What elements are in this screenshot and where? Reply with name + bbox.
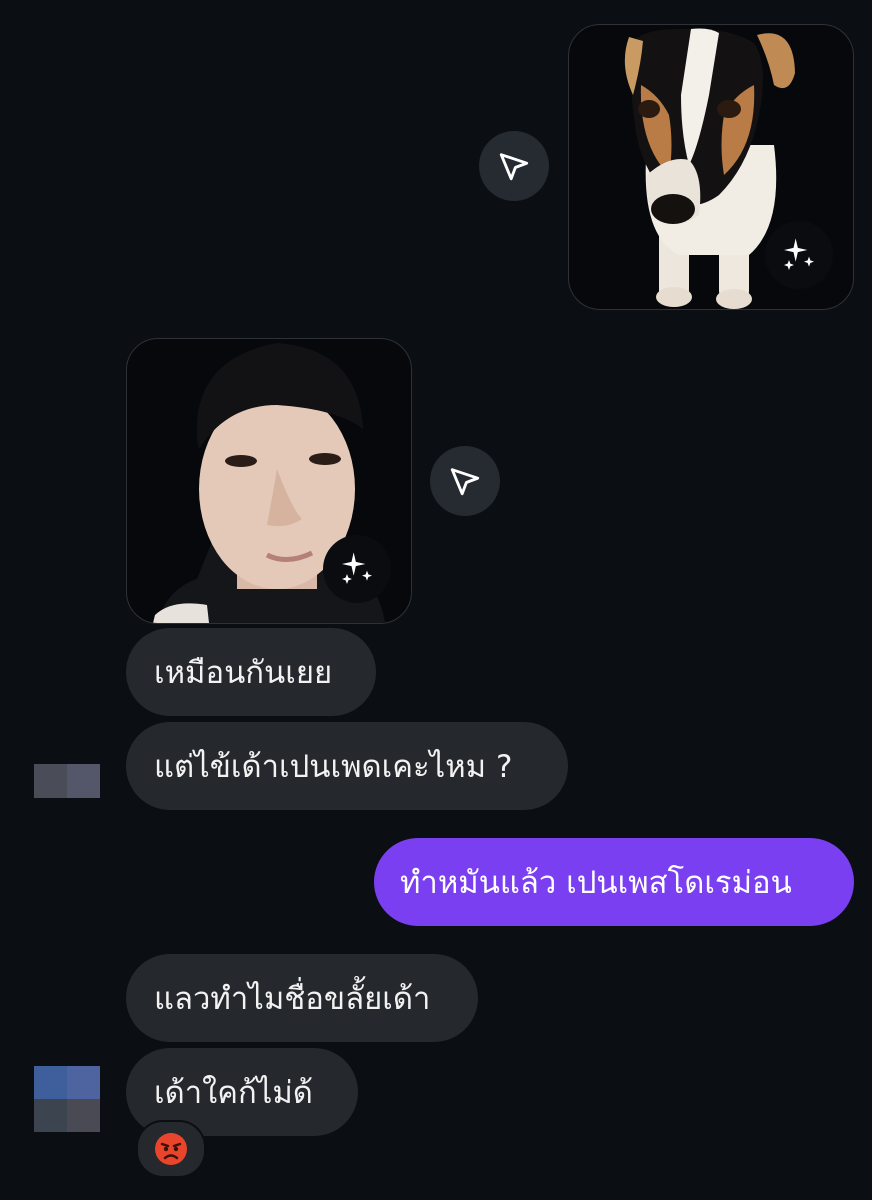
ai-sticker-badge[interactable] [765, 221, 833, 289]
share-sticker-button[interactable] [430, 446, 500, 516]
face-sticker[interactable] [126, 338, 412, 624]
angry-face-icon [155, 1133, 187, 1165]
sparkles-icon [784, 238, 814, 270]
message-text: เหมือนกันเยย [154, 655, 333, 691]
message-text: แต่ไข้เด้าเปนเพดเคะไหม ? [154, 749, 513, 785]
share-sticker-button[interactable] [479, 131, 549, 201]
ai-sticker-badge[interactable] [323, 535, 391, 603]
message-text: แลวทำไมชื่อขลั้ยเด้า [154, 981, 431, 1017]
outgoing-message[interactable]: ทำหมันแล้ว เปนเพสโดเรม่อน [374, 838, 854, 926]
sender-avatar[interactable] [34, 764, 100, 798]
message-reaction[interactable] [136, 1120, 206, 1178]
dog-sticker[interactable] [568, 24, 854, 310]
send-icon [450, 468, 480, 496]
sender-avatar[interactable] [34, 1066, 100, 1132]
message-text: เด้าใคก้ไม่ด้ [154, 1075, 313, 1111]
sparkles-icon [342, 552, 372, 584]
incoming-message[interactable]: แลวทำไมชื่อขลั้ยเด้า [126, 954, 478, 1042]
incoming-message[interactable]: แต่ไข้เด้าเปนเพดเคะไหม ? [126, 722, 568, 810]
incoming-message[interactable]: เหมือนกันเยย [126, 628, 376, 716]
message-text: ทำหมันแล้ว เปนเพสโดเรม่อน [400, 865, 792, 901]
send-icon [499, 153, 529, 181]
